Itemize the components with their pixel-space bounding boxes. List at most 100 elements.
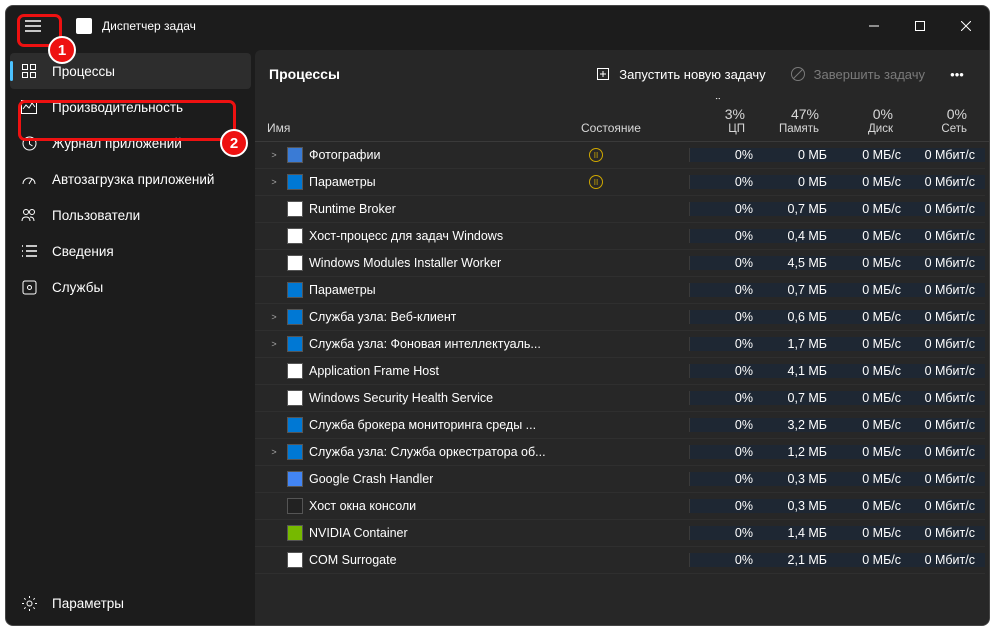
table-row[interactable]: Runtime Broker 0% 0,7 МБ 0 МБ/с 0 Мбит/с — [255, 196, 985, 223]
disk-value: 0 МБ/с — [837, 337, 911, 351]
disk-value: 0 МБ/с — [837, 472, 911, 486]
disk-pct: 0% — [873, 106, 893, 122]
sidebar-item-performance[interactable]: Производительность — [10, 89, 251, 125]
table-row[interactable]: > Служба узла: Фоновая интеллектуаль... … — [255, 331, 985, 358]
sidebar-item-app-history[interactable]: Журнал приложений — [10, 125, 251, 161]
column-cpu[interactable]: ⌃ 3% ЦП — [681, 98, 755, 141]
expand-icon[interactable]: > — [267, 339, 281, 349]
end-task-label: Завершить задачу — [814, 67, 925, 82]
memory-value: 0,7 МБ — [763, 283, 837, 297]
table-row[interactable]: > Фотографии II 0% 0 МБ 0 МБ/с 0 Мбит/с — [255, 142, 985, 169]
memory-value: 0 МБ — [763, 148, 837, 162]
table-row[interactable]: Хост-процесс для задач Windows 0% 0,4 МБ… — [255, 223, 985, 250]
process-name: COM Surrogate — [309, 553, 397, 567]
table-body[interactable]: > Фотографии II 0% 0 МБ 0 МБ/с 0 Мбит/с … — [255, 142, 989, 625]
memory-value: 4,1 МБ — [763, 364, 837, 378]
sidebar-item-services[interactable]: Службы — [10, 269, 251, 305]
cpu-pct: 3% — [725, 106, 745, 122]
network-value: 0 Мбит/с — [911, 391, 985, 405]
process-icon — [287, 525, 303, 541]
cpu-value: 0% — [689, 229, 763, 243]
table-row[interactable]: Хост окна консоли 0% 0,3 МБ 0 МБ/с 0 Мби… — [255, 493, 985, 520]
disk-value: 0 МБ/с — [837, 499, 911, 513]
sidebar-item-processes[interactable]: Процессы — [10, 53, 251, 89]
hamburger-menu-button[interactable] — [20, 13, 46, 39]
cpu-value: 0% — [689, 499, 763, 513]
expand-icon[interactable]: > — [267, 447, 281, 457]
memory-value: 0,7 МБ — [763, 202, 837, 216]
sort-arrow-icon: ⌃ — [714, 98, 722, 107]
cpu-value: 0% — [689, 256, 763, 270]
process-icon — [287, 255, 303, 271]
table-row[interactable]: > Параметры II 0% 0 МБ 0 МБ/с 0 Мбит/с — [255, 169, 985, 196]
disk-value: 0 МБ/с — [837, 283, 911, 297]
table-row[interactable]: Application Frame Host 0% 4,1 МБ 0 МБ/с … — [255, 358, 985, 385]
disk-value: 0 МБ/с — [837, 175, 911, 189]
memory-value: 4,5 МБ — [763, 256, 837, 270]
sidebar-item-label: Автозагрузка приложений — [52, 172, 214, 187]
network-value: 0 Мбит/с — [911, 202, 985, 216]
network-value: 0 Мбит/с — [911, 229, 985, 243]
table-row[interactable]: Google Crash Handler 0% 0,3 МБ 0 МБ/с 0 … — [255, 466, 985, 493]
process-icon — [287, 552, 303, 568]
process-icon — [287, 147, 303, 163]
column-name[interactable]: Имя — [255, 98, 571, 141]
memory-value: 0,6 МБ — [763, 310, 837, 324]
run-new-task-label: Запустить новую задачу — [619, 67, 765, 82]
network-value: 0 Мбит/с — [911, 148, 985, 162]
column-status[interactable]: Состояние — [571, 98, 681, 141]
minimize-button[interactable] — [851, 10, 897, 42]
memory-value: 0 МБ — [763, 175, 837, 189]
table-row[interactable]: Windows Modules Installer Worker 0% 4,5 … — [255, 250, 985, 277]
content-header: Процессы Запустить новую задачу Завершит… — [255, 50, 989, 98]
network-value: 0 Мбит/с — [911, 445, 985, 459]
sidebar-item-label: Параметры — [52, 596, 124, 611]
sidebar-item-startup[interactable]: Автозагрузка приложений — [10, 161, 251, 197]
table-row[interactable]: COM Surrogate 0% 2,1 МБ 0 МБ/с 0 Мбит/с — [255, 547, 985, 574]
table-row[interactable]: NVIDIA Container 0% 1,4 МБ 0 МБ/с 0 Мбит… — [255, 520, 985, 547]
cpu-value: 0% — [689, 175, 763, 189]
process-name: Служба узла: Фоновая интеллектуаль... — [309, 337, 541, 351]
table-row[interactable]: Служба брокера мониторинга среды ... 0% … — [255, 412, 985, 439]
users-icon — [20, 208, 38, 222]
task-manager-window: 1 2 Диспетчер задач Процессы Производите… — [5, 5, 990, 626]
more-button[interactable]: ••• — [939, 58, 975, 90]
process-name: Windows Security Health Service — [309, 391, 493, 405]
table-row[interactable]: Параметры 0% 0,7 МБ 0 МБ/с 0 Мбит/с — [255, 277, 985, 304]
sidebar-item-settings[interactable]: Параметры — [10, 585, 251, 621]
run-new-task-button[interactable]: Запустить новую задачу — [585, 58, 775, 90]
cpu-value: 0% — [689, 391, 763, 405]
disk-value: 0 МБ/с — [837, 553, 911, 567]
list-icon — [20, 245, 38, 257]
ellipsis-icon: ••• — [950, 67, 964, 82]
expand-icon[interactable]: > — [267, 177, 281, 187]
process-name: Windows Modules Installer Worker — [309, 256, 501, 270]
table-row[interactable]: > Служба узла: Служба оркестратора об...… — [255, 439, 985, 466]
expand-icon[interactable]: > — [267, 150, 281, 160]
sidebar-item-label: Процессы — [52, 64, 115, 79]
sidebar-item-users[interactable]: Пользователи — [10, 197, 251, 233]
network-value: 0 Мбит/с — [911, 283, 985, 297]
column-network[interactable]: 0% Сеть — [903, 98, 977, 141]
sidebar-item-label: Журнал приложений — [52, 136, 182, 151]
process-name: NVIDIA Container — [309, 526, 408, 540]
sidebar-item-details[interactable]: Сведения — [10, 233, 251, 269]
service-icon — [20, 280, 38, 295]
table-row[interactable]: Windows Security Health Service 0% 0,7 М… — [255, 385, 985, 412]
column-disk[interactable]: 0% Диск — [829, 98, 903, 141]
process-icon — [287, 417, 303, 433]
table-row[interactable]: > Служба узла: Веб-клиент 0% 0,6 МБ 0 МБ… — [255, 304, 985, 331]
net-label: Сеть — [941, 123, 967, 135]
expand-icon[interactable]: > — [267, 312, 281, 322]
network-value: 0 Мбит/с — [911, 364, 985, 378]
close-button[interactable] — [943, 10, 989, 42]
disk-value: 0 МБ/с — [837, 391, 911, 405]
process-status: II — [579, 148, 689, 162]
disk-value: 0 МБ/с — [837, 229, 911, 243]
process-icon — [287, 471, 303, 487]
pause-icon: II — [589, 175, 603, 189]
maximize-button[interactable] — [897, 10, 943, 42]
disk-value: 0 МБ/с — [837, 364, 911, 378]
disk-value: 0 МБ/с — [837, 148, 911, 162]
column-memory[interactable]: 47% Память — [755, 98, 829, 141]
